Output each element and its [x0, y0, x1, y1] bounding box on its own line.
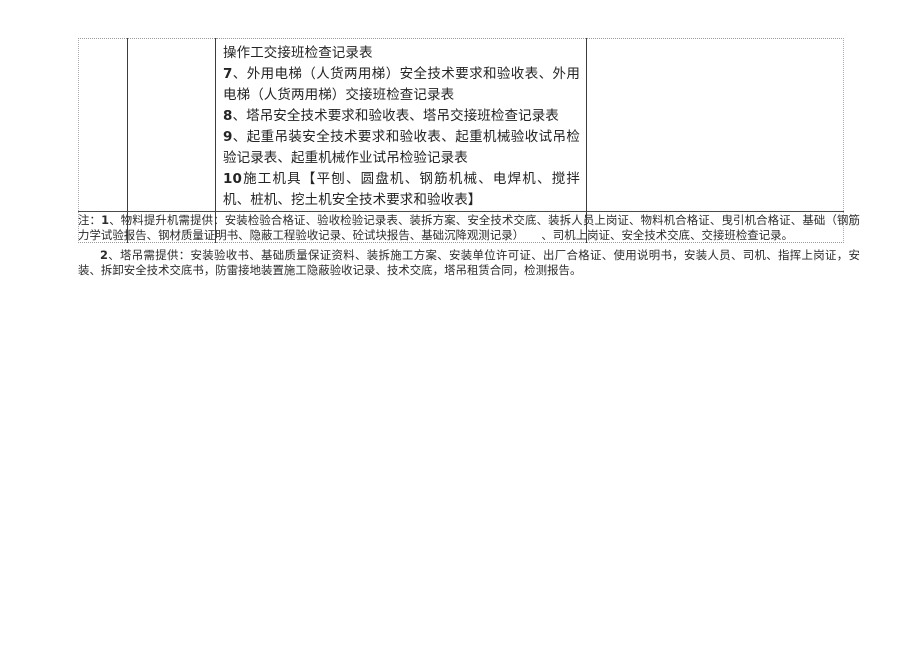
cell-line-2-text: 、外用电梯（人货两用梯）安全技术要求和验收表、外用电梯（人货两用梯）交接班检查记…	[223, 66, 580, 103]
cell-col3-content: 操作工交接班检查记录表 7、外用电梯（人货两用梯）安全技术要求和验收表、外用电梯…	[216, 39, 586, 211]
cell-line-3-lead: 8	[223, 108, 233, 124]
table-notes: 注：1、物料提升机需提供：安装检验合格证、验收检验记录表、装拆方案、安全技术交底…	[78, 213, 860, 283]
cell-line-5-lead: 10	[223, 171, 242, 187]
note-item-1: 注：1、物料提升机需提供：安装检验合格证、验收检验记录表、装拆方案、安全技术交底…	[78, 213, 860, 244]
cell-line-3: 8、塔吊安全技术要求和验收表、塔吊交接班检查记录表	[223, 106, 580, 127]
cell-line-4: 9、起重吊装安全技术要求和验收表、起重机械验收试吊检验记录表、起重机械作业试吊检…	[223, 127, 580, 169]
cell-line-1: 操作工交接班检查记录表	[223, 43, 580, 64]
cell-line-2: 7、外用电梯（人货两用梯）安全技术要求和验收表、外用电梯（人货两用梯）交接班检查…	[223, 64, 580, 106]
table-cell-col2-row1	[127, 38, 216, 212]
note-2-text: 、塔吊需提供：安装验收书、基础质量保证资料、装拆施工方案、安装单位许可证、出厂合…	[78, 247, 860, 278]
table-row: 操作工交接班检查记录表 7、外用电梯（人货两用梯）安全技术要求和验收表、外用电梯…	[78, 38, 844, 212]
note-1-prefix: 注：	[78, 213, 102, 227]
cell-line-3-text: 、塔吊安全技术要求和验收表、塔吊交接班检查记录表	[232, 108, 559, 124]
cell-line-4-text: 、起重吊装安全技术要求和验收表、起重机械验收试吊检验记录表、起重机械作业试吊检验…	[223, 129, 580, 166]
table-cell-col4-row1	[586, 38, 844, 212]
note-1-number: 1	[101, 213, 110, 227]
cell-line-1-text: 操作工交接班检查记录表	[223, 45, 373, 61]
note-2-number: 2	[100, 247, 108, 262]
cell-line-4-lead: 9	[223, 129, 233, 145]
cell-line-5-text: 施工机具【平刨、圆盘机、钢筋机械、电焊机、搅拌机、桩机、挖土机安全技术要求和验收…	[223, 171, 580, 208]
cell-line-5: 10施工机具【平刨、圆盘机、钢筋机械、电焊机、搅拌机、桩机、挖土机安全技术要求和…	[223, 169, 580, 211]
note-1-text: 、物料提升机需提供：安装检验合格证、验收检验记录表、装拆方案、安全技术交底、装拆…	[78, 213, 860, 243]
cell-col2-text	[128, 39, 215, 43]
table-cell-col1-row1	[78, 38, 128, 212]
table-cell-col3-row1: 操作工交接班检查记录表 7、外用电梯（人货两用梯）安全技术要求和验收表、外用电梯…	[215, 38, 587, 212]
document-page: 操作工交接班检查记录表 7、外用电梯（人货两用梯）安全技术要求和验收表、外用电梯…	[0, 0, 920, 651]
note-item-2: 2、塔吊需提供：安装验收书、基础质量保证资料、装拆施工方案、安装单位许可证、出厂…	[78, 248, 860, 279]
cell-col4-text	[587, 39, 843, 43]
cell-col1-text	[79, 39, 127, 43]
cell-line-2-lead: 7	[223, 66, 233, 82]
